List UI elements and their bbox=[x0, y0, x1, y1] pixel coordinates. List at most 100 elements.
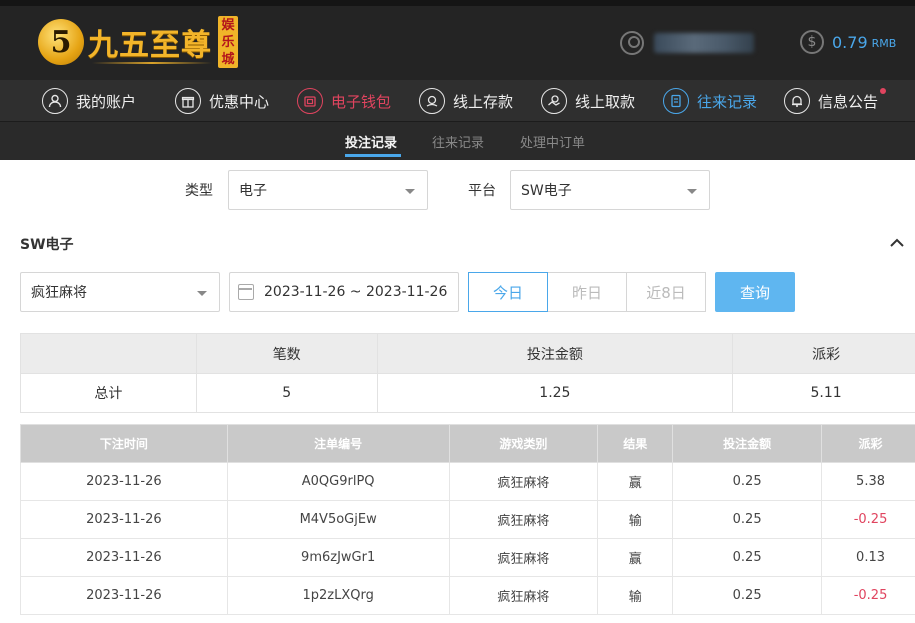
summary-header: 派彩 bbox=[732, 333, 915, 374]
tab-pending-orders[interactable]: 处理中订单 bbox=[520, 132, 585, 151]
main-nav: 我的账户 优惠中心 电子钱包 线上存款 线上取款 往来记录 信息公告 bbox=[0, 80, 915, 122]
bet-records-table: 下注时间 注单编号 游戏类别 结果 投注金额 派彩 2023-11-26 A0Q… bbox=[20, 424, 915, 615]
type-select-value: 电子 bbox=[239, 183, 267, 199]
type-label: 类型 bbox=[185, 183, 213, 199]
chevron-down-icon bbox=[405, 189, 415, 194]
quick-last8days-button[interactable]: 近8日 bbox=[626, 272, 706, 312]
quick-yesterday-button[interactable]: 昨日 bbox=[547, 272, 627, 312]
cell-payout: -0.25 bbox=[821, 500, 915, 539]
chevron-down-icon bbox=[197, 291, 207, 296]
date-range-text: 2023-11-26 ~ 2023-11-26 bbox=[264, 284, 448, 300]
nav-item-account[interactable]: 我的账户 bbox=[42, 86, 136, 116]
logo-badge: 5 bbox=[38, 19, 84, 65]
tab-transactions[interactable]: 往来记录 bbox=[432, 132, 484, 151]
cell-order-id: 9m6zJwGr1 bbox=[226, 538, 450, 577]
summary-header: 投注金额 bbox=[376, 333, 734, 374]
balance-amount: 0.79 bbox=[832, 32, 868, 52]
table-row: 2023-11-26 M4V5oGjEw 疯狂麻将 输 0.25 -0.25 bbox=[20, 500, 915, 539]
summary-cell: 1.25 bbox=[376, 373, 734, 413]
logo-text: 九五至尊 bbox=[88, 28, 212, 63]
calendar-icon bbox=[238, 284, 254, 300]
cell-game-type: 疯狂麻将 bbox=[448, 538, 599, 577]
nav-item-announcements[interactable]: 信息公告 bbox=[784, 86, 887, 116]
records-icon bbox=[663, 88, 689, 114]
summary-cell: 5 bbox=[195, 373, 378, 413]
nav-item-promotions[interactable]: 优惠中心 bbox=[175, 86, 269, 116]
summary-total-row: 总计 5 1.25 5.11 bbox=[20, 373, 915, 413]
withdraw-icon bbox=[541, 88, 567, 114]
query-button[interactable]: 查询 bbox=[715, 272, 795, 312]
user-icon bbox=[620, 31, 644, 55]
nav-label: 电子钱包 bbox=[331, 92, 392, 111]
cell-bet-time: 2023-11-26 bbox=[20, 500, 228, 539]
summary-header-row: 笔数 投注金额 派彩 bbox=[20, 333, 915, 374]
column-header: 结果 bbox=[597, 424, 674, 463]
date-range-picker[interactable]: 2023-11-26 ~ 2023-11-26 bbox=[229, 272, 459, 312]
cell-game-type: 疯狂麻将 bbox=[448, 500, 599, 539]
nav-label: 我的账户 bbox=[76, 92, 137, 111]
logo-ornament bbox=[92, 62, 212, 64]
user-area[interactable] bbox=[620, 30, 754, 56]
tab-bet-records[interactable]: 投注记录 bbox=[345, 132, 397, 151]
dollar-icon: $ bbox=[800, 30, 824, 54]
summary-cell: 总计 bbox=[20, 373, 197, 413]
logo-sub: 娱乐城 bbox=[218, 16, 238, 68]
column-header: 投注金额 bbox=[672, 424, 823, 463]
nav-item-records[interactable]: 往来记录 bbox=[663, 86, 757, 116]
cell-result: 输 bbox=[597, 576, 674, 615]
header: 5 九五至尊 娱乐城 $ 0.79 RMB bbox=[0, 0, 915, 80]
cell-result: 输 bbox=[597, 500, 674, 539]
table-row: 2023-11-26 A0QG9rlPQ 疯狂麻将 赢 0.25 5.38 bbox=[20, 462, 915, 501]
cell-payout: -0.25 bbox=[821, 576, 915, 615]
username-redacted bbox=[654, 33, 754, 53]
type-select[interactable]: 电子 bbox=[228, 170, 428, 210]
section-title: SW电子 bbox=[20, 237, 74, 253]
cell-order-id: 1p2zLXQrg bbox=[226, 576, 450, 615]
cell-bet-time: 2023-11-26 bbox=[20, 462, 228, 501]
cell-bet-amount: 0.25 bbox=[672, 576, 823, 615]
quick-today-button[interactable]: 今日 bbox=[468, 272, 548, 312]
platform-select-value: SW电子 bbox=[521, 183, 572, 199]
cell-result: 赢 bbox=[597, 462, 674, 501]
active-tab-indicator bbox=[345, 154, 401, 157]
subtabs: 投注记录 往来记录 处理中订单 bbox=[0, 122, 915, 160]
table-row: 2023-11-26 9m6zJwGr1 疯狂麻将 赢 0.25 0.13 bbox=[20, 538, 915, 577]
summary-header bbox=[20, 333, 197, 374]
cell-payout: 5.38 bbox=[821, 462, 915, 501]
user-icon bbox=[42, 88, 68, 114]
nav-label: 线上存款 bbox=[453, 92, 514, 111]
balance: $ 0.79 RMB bbox=[800, 30, 896, 54]
cell-bet-amount: 0.25 bbox=[672, 462, 823, 501]
table-header-row: 下注时间 注单编号 游戏类别 结果 投注金额 派彩 bbox=[20, 424, 915, 463]
balance-unit: RMB bbox=[871, 37, 897, 50]
platform-label: 平台 bbox=[468, 183, 496, 199]
cell-game-type: 疯狂麻将 bbox=[448, 462, 599, 501]
summary-header: 笔数 bbox=[195, 333, 378, 374]
wallet-icon bbox=[297, 88, 323, 114]
summary-table: 笔数 投注金额 派彩 总计 5 1.25 5.11 bbox=[20, 333, 915, 413]
cell-game-type: 疯狂麻将 bbox=[448, 576, 599, 615]
cell-result: 赢 bbox=[597, 538, 674, 577]
cell-order-id: M4V5oGjEw bbox=[226, 500, 450, 539]
cell-bet-amount: 0.25 bbox=[672, 500, 823, 539]
cell-order-id: A0QG9rlPQ bbox=[226, 462, 450, 501]
gift-icon bbox=[175, 88, 201, 114]
chevron-up-icon[interactable] bbox=[890, 236, 904, 250]
cell-payout: 0.13 bbox=[821, 538, 915, 577]
notification-dot bbox=[880, 88, 887, 94]
header-topline bbox=[0, 0, 915, 6]
summary-cell: 5.11 bbox=[732, 373, 915, 413]
nav-label: 优惠中心 bbox=[209, 92, 270, 111]
deposit-icon bbox=[419, 88, 445, 114]
game-select[interactable]: 疯狂麻将 bbox=[20, 272, 220, 312]
column-header: 游戏类别 bbox=[448, 424, 599, 463]
nav-item-wallet[interactable]: 电子钱包 bbox=[297, 86, 391, 116]
nav-item-withdraw[interactable]: 线上取款 bbox=[541, 86, 635, 116]
nav-item-deposit[interactable]: 线上存款 bbox=[419, 86, 513, 116]
platform-select[interactable]: SW电子 bbox=[510, 170, 710, 210]
chevron-down-icon bbox=[687, 189, 697, 194]
cell-bet-time: 2023-11-26 bbox=[20, 576, 228, 615]
column-header: 派彩 bbox=[821, 424, 915, 463]
game-select-value: 疯狂麻将 bbox=[31, 285, 87, 301]
cell-bet-amount: 0.25 bbox=[672, 538, 823, 577]
